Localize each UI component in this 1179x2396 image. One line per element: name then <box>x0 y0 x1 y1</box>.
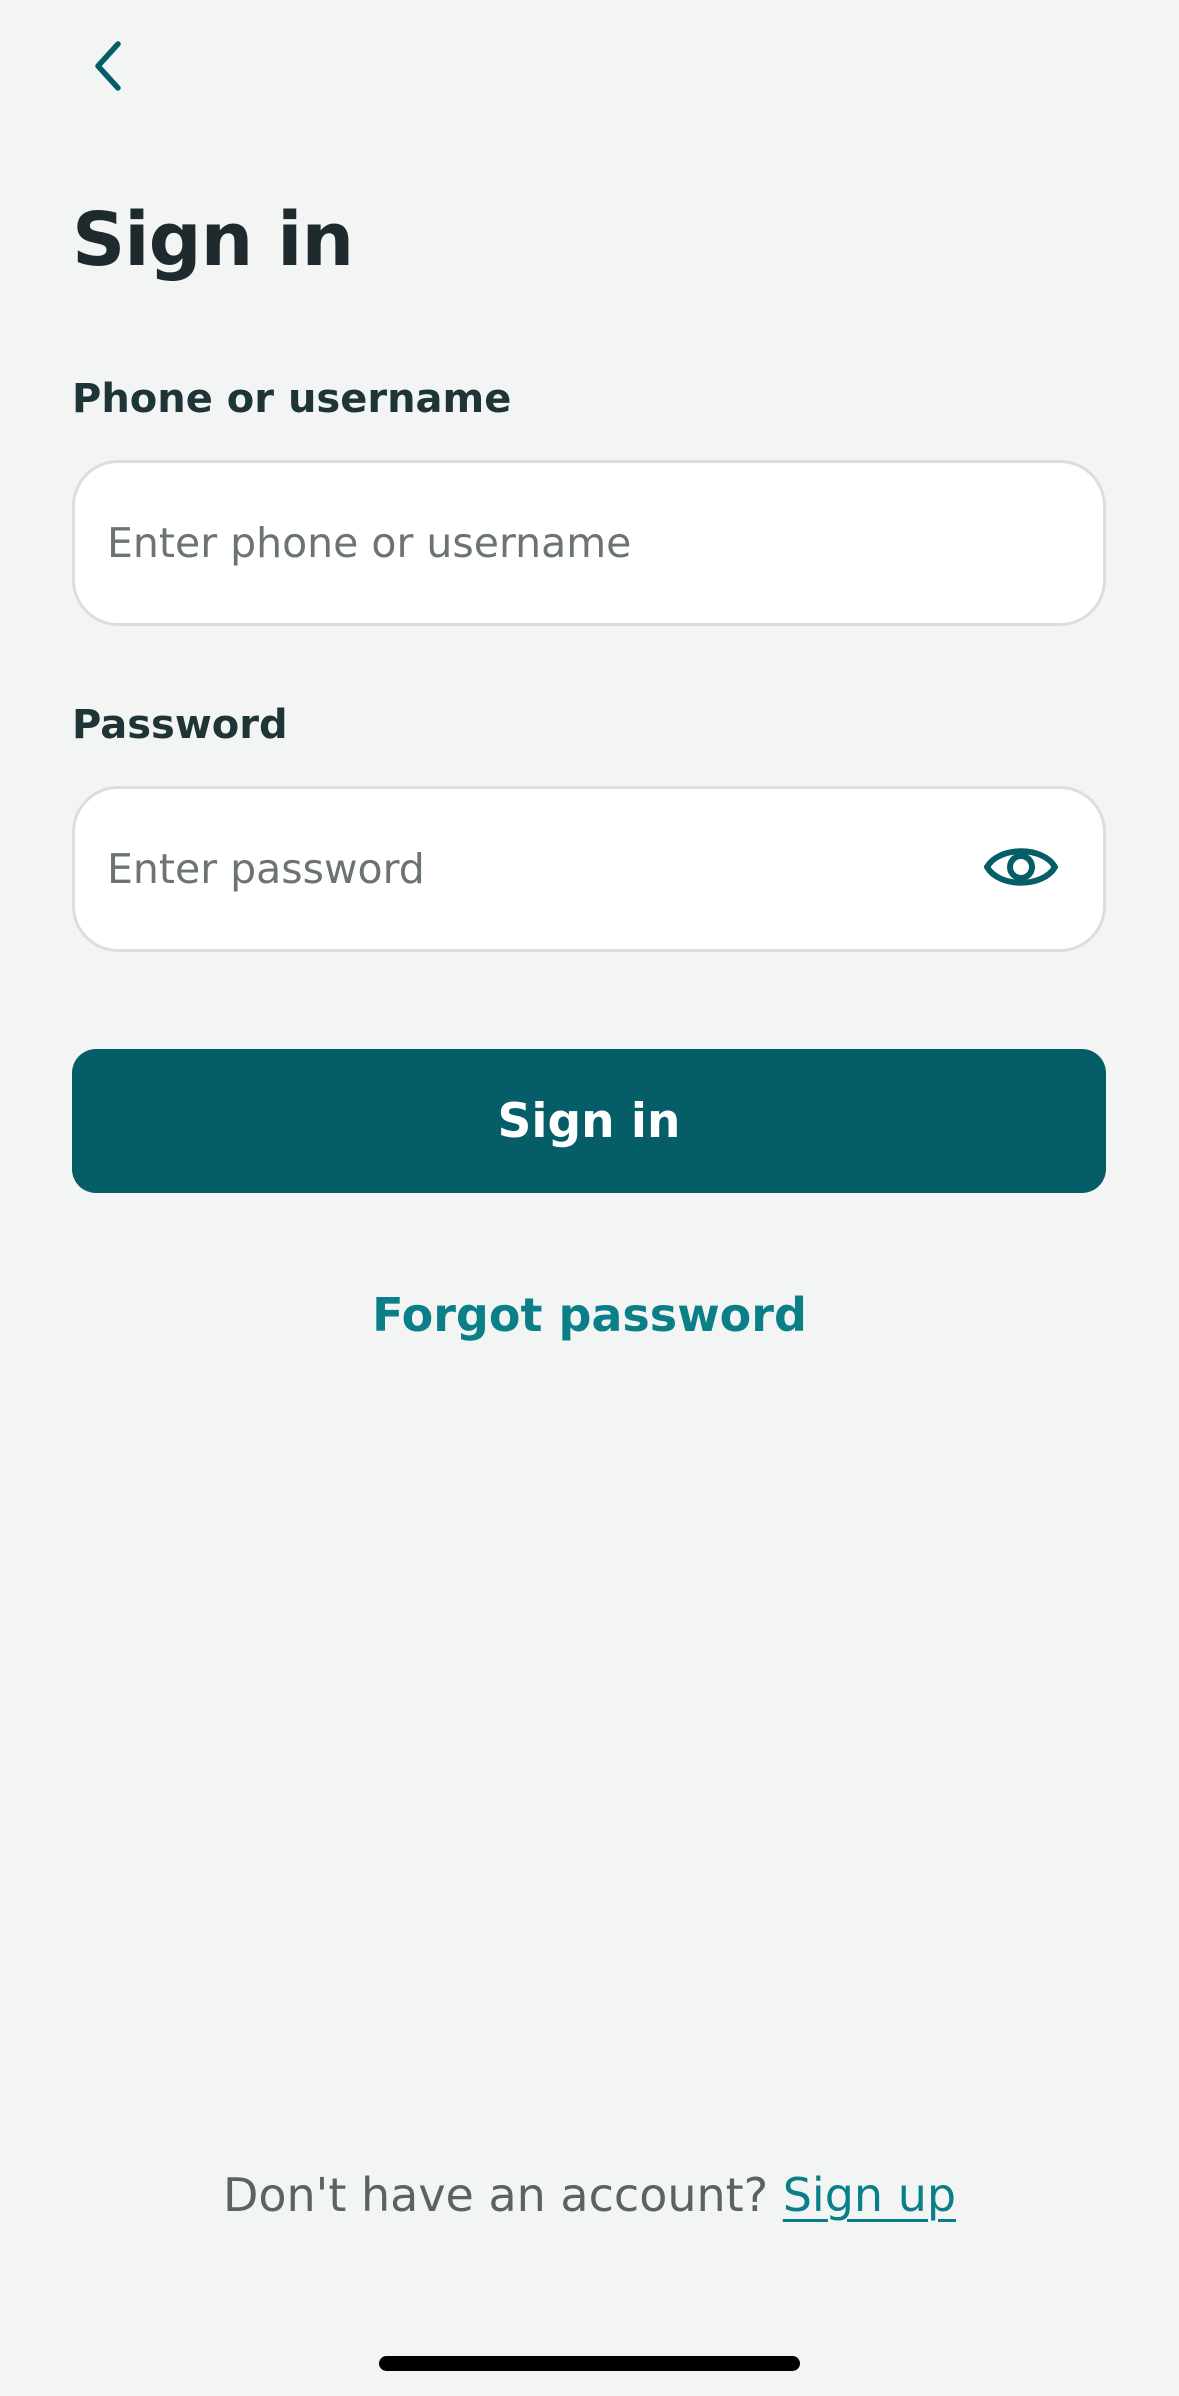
signup-prompt-text: Don't have an account? <box>222 2168 783 2222</box>
forgot-password-link[interactable]: Forgot password <box>0 1280 1179 1350</box>
username-input[interactable] <box>107 519 1071 567</box>
password-field-container <box>72 786 1106 952</box>
signup-link[interactable]: Sign up <box>783 2168 956 2222</box>
show-password-toggle[interactable] <box>979 827 1063 911</box>
sign-in-button[interactable]: Sign in <box>72 1049 1106 1193</box>
username-label: Phone or username <box>72 376 512 422</box>
username-field-container <box>72 460 1106 626</box>
signup-prompt-row: Don't have an account? Sign up <box>0 2160 1179 2230</box>
password-label: Password <box>72 702 288 748</box>
sign-in-screen: Sign in Phone or username Password Sign … <box>0 0 1179 2396</box>
page-title: Sign in <box>72 197 354 283</box>
password-input[interactable] <box>107 845 959 893</box>
chevron-left-icon <box>88 36 128 100</box>
back-button[interactable] <box>80 30 136 106</box>
home-indicator <box>379 2356 800 2371</box>
eye-icon <box>983 838 1059 900</box>
